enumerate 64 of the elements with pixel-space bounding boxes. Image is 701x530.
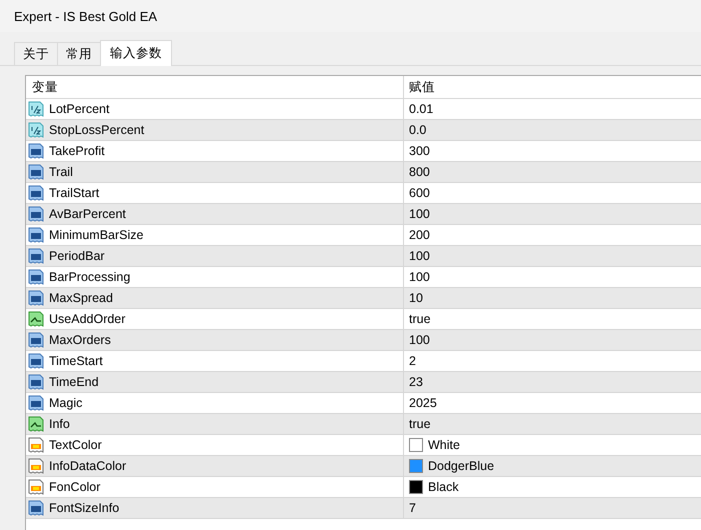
number-icon	[28, 164, 44, 180]
parameter-value[interactable]: true	[409, 312, 431, 326]
parameter-name: StopLossPercent	[49, 123, 144, 137]
parameter-name: BarProcessing	[49, 270, 130, 284]
parameter-value[interactable]: 0.0	[409, 123, 426, 137]
color-icon	[28, 437, 44, 453]
parameter-name: TimeStart	[49, 354, 103, 368]
parameter-name: TakeProfit	[49, 144, 105, 158]
number-icon	[28, 353, 44, 369]
number-icon	[28, 206, 44, 222]
number-icon	[28, 143, 44, 159]
parameter-value[interactable]: true	[409, 417, 431, 431]
color-icon	[28, 479, 44, 495]
number-icon	[28, 500, 44, 516]
parameter-name: Info	[49, 417, 70, 431]
number-icon	[28, 395, 44, 411]
parameter-value[interactable]: 23	[409, 375, 423, 389]
column-header[interactable]: 赋值	[403, 76, 701, 98]
parameter-value[interactable]: 100	[409, 249, 430, 263]
parameter-value[interactable]: 100	[409, 333, 430, 347]
parameter-name: PeriodBar	[49, 249, 105, 263]
color-icon	[28, 458, 44, 474]
parameter-name: InfoDataColor	[49, 459, 126, 473]
parameter-name: TextColor	[49, 438, 102, 452]
parameter-name: FonColor	[49, 480, 100, 494]
toggle-icon	[28, 311, 44, 327]
toggle-icon	[28, 416, 44, 432]
parameter-value[interactable]: 2025	[409, 396, 437, 410]
parameter-value[interactable]: 200	[409, 228, 430, 242]
number-icon	[28, 248, 44, 264]
parameter-value[interactable]: Black	[428, 480, 459, 494]
parameter-name: Magic	[49, 396, 82, 410]
parameter-value[interactable]: 800	[409, 165, 430, 179]
number-icon	[28, 269, 44, 285]
tab[interactable]: 关于	[14, 42, 58, 65]
parameter-name: MaxOrders	[49, 333, 111, 347]
fraction-icon	[28, 101, 44, 117]
parameter-value[interactable]: 7	[409, 501, 416, 515]
parameter-name: MinimumBarSize	[49, 228, 144, 242]
parameter-name: Trail	[49, 165, 73, 179]
column-header[interactable]: 变量	[26, 76, 403, 98]
number-icon	[28, 332, 44, 348]
parameter-name: TrailStart	[49, 186, 100, 200]
number-icon	[28, 290, 44, 306]
parameter-name: TimeEnd	[49, 375, 99, 389]
parameter-value[interactable]: 600	[409, 186, 430, 200]
parameter-value[interactable]: White	[428, 438, 460, 452]
tab[interactable]: 输入参数	[100, 40, 172, 66]
number-icon	[28, 227, 44, 243]
parameter-name: FontSizeInfo	[49, 501, 120, 515]
parameter-value[interactable]: 300	[409, 144, 430, 158]
number-icon	[28, 374, 44, 390]
parameter-name: UseAddOrder	[49, 312, 126, 326]
parameter-value[interactable]: 10	[409, 291, 423, 305]
parameter-value[interactable]: DodgerBlue	[428, 459, 494, 473]
number-icon	[28, 185, 44, 201]
parameter-value[interactable]: 2	[409, 354, 416, 368]
parameter-value[interactable]: 100	[409, 270, 430, 284]
parameter-value[interactable]: 0.01	[409, 102, 434, 116]
fraction-icon	[28, 122, 44, 138]
parameter-value[interactable]: 100	[409, 207, 430, 221]
parameter-name: LotPercent	[49, 102, 110, 116]
parameter-name: MaxSpread	[49, 291, 113, 305]
parameter-name: AvBarPercent	[49, 207, 126, 221]
